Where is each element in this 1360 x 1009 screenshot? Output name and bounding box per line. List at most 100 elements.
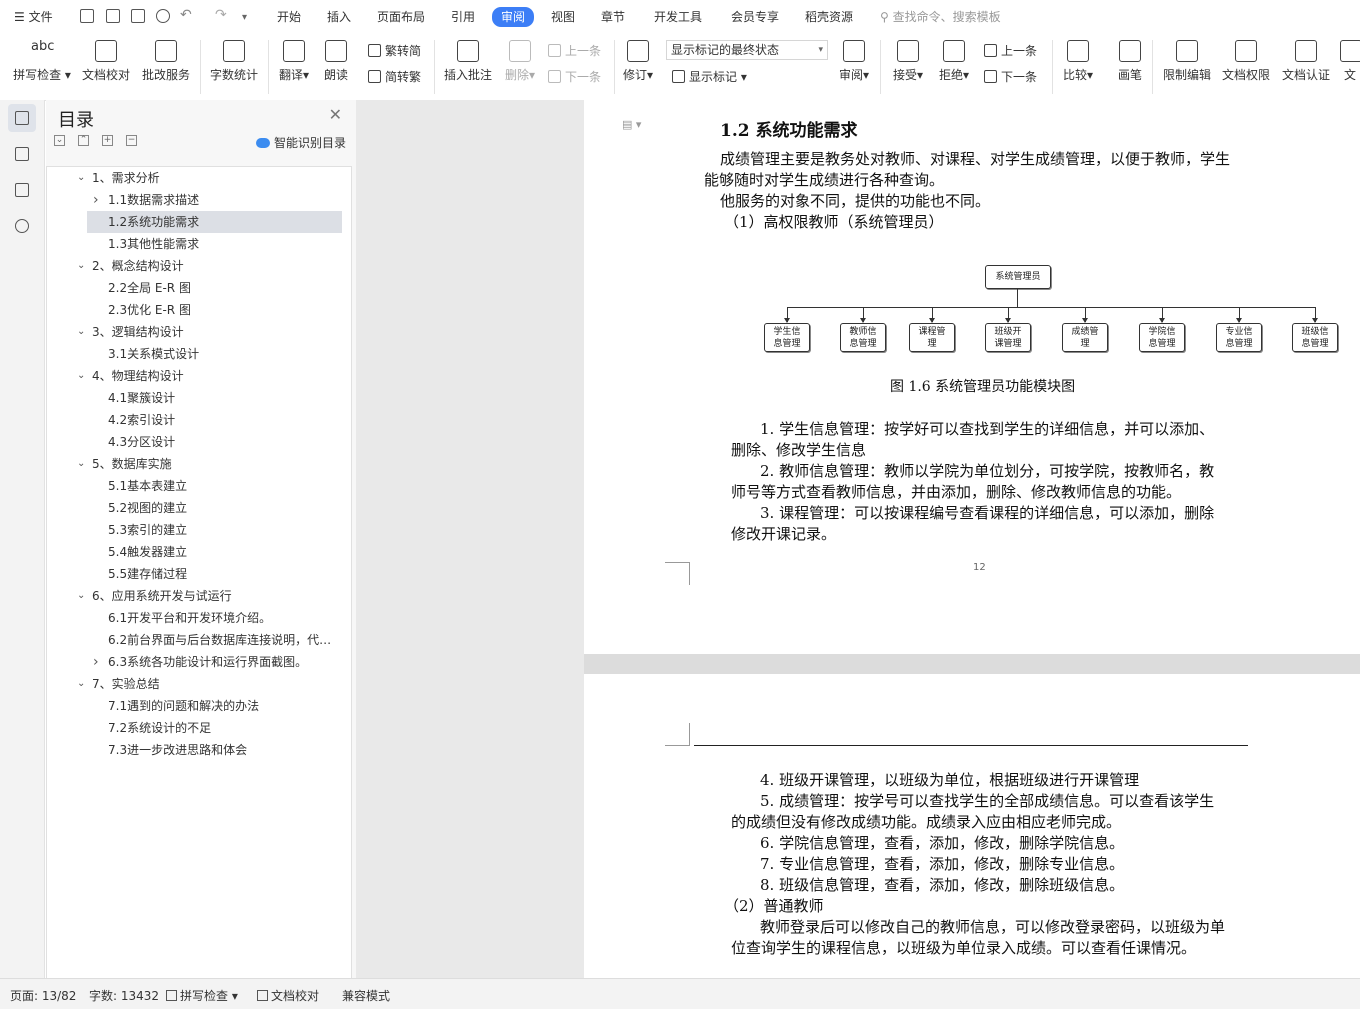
toc-item[interactable]: 5.4触发器建立 (47, 541, 347, 563)
smart-toc-button[interactable]: 智能识别目录 (255, 134, 346, 151)
toc-item[interactable]: 5.3索引的建立 (47, 519, 347, 541)
review-pane-button[interactable]: 审阅▾ (836, 38, 872, 83)
compare-button[interactable]: 比较▾ (1060, 38, 1096, 83)
trad-to-simp-button[interactable]: 繁转简 (368, 42, 421, 59)
track-changes-button[interactable]: 修订▾ (620, 38, 656, 83)
chevron-down-icon[interactable]: ⌄ (77, 255, 85, 277)
toc-item[interactable]: 5.5建存储过程 (47, 563, 347, 585)
spell-check-status[interactable]: 拼写检查 ▾ (166, 987, 238, 1004)
toc-item[interactable]: ⌄ 1、需求分析 (47, 167, 347, 189)
tab-view[interactable]: 视图 (551, 8, 575, 26)
toc-item[interactable]: › 6.3系统各功能设计和运行界面截图。 (47, 651, 347, 673)
chevron-down-icon[interactable]: ▾ (242, 9, 247, 27)
chevron-down-icon[interactable]: ⌄ (77, 453, 85, 475)
tab-references[interactable]: 引用 (451, 8, 475, 26)
toc-item[interactable]: ⌄ 2、概念结构设计 (47, 255, 347, 277)
next-comment-button[interactable]: 下一条 (548, 68, 601, 85)
doc-certify-button[interactable]: 文档认证 (1280, 38, 1332, 83)
paragraph: 位查询学生的课程信息，以班级为单位录入成绩。可以查看任课情况。 (731, 939, 1197, 957)
toc-item[interactable]: 1.2系统功能需求 (87, 211, 342, 233)
next-change-button[interactable]: 下一条 (984, 68, 1037, 85)
bookmark-button[interactable] (8, 176, 36, 204)
add-heading-icon[interactable]: + (102, 135, 113, 146)
print-icon[interactable] (131, 9, 145, 23)
reject-button[interactable]: 拒绝▾ (936, 38, 972, 83)
toc-item[interactable]: 5.1基本表建立 (47, 475, 347, 497)
toc-item[interactable]: › 1.1数据需求描述 (47, 189, 347, 211)
toc-item[interactable]: 5.2视图的建立 (47, 497, 347, 519)
tab-docer[interactable]: 稻壳资源 (805, 8, 853, 26)
diagram-child-node: 学生信 息管理 (764, 323, 810, 352)
tab-layout[interactable]: 页面布局 (377, 8, 425, 26)
chevron-right-icon[interactable]: › (93, 651, 99, 673)
doc-permission-button[interactable]: 文档权限 (1220, 38, 1272, 83)
toc-item[interactable]: 7.1遇到的问题和解决的办法 (47, 695, 347, 717)
chevron-right-icon[interactable]: › (93, 189, 99, 211)
toc-item[interactable]: ⌄ 4、物理结构设计 (47, 365, 347, 387)
tab-developer[interactable]: 开发工具 (654, 8, 702, 26)
expand-all-icon[interactable]: ⌃ (78, 135, 89, 146)
save-icon[interactable] (80, 9, 94, 23)
toc-item[interactable]: 3.1关系模式设计 (47, 343, 347, 365)
toc-item[interactable]: ⌄ 6、应用系统开发与试运行 (47, 585, 347, 607)
page-options-icon[interactable]: ▤ ▾ (622, 118, 641, 131)
tab-review[interactable]: 审阅 (492, 7, 535, 27)
collapse-all-icon[interactable]: ⌄ (54, 135, 65, 146)
word-count-button[interactable]: 字数统计 (208, 38, 260, 83)
toc-item[interactable]: 6.2前台界面与后台数据库连接说明，代码实现。 (47, 629, 347, 651)
toc-item[interactable]: 1.3其他性能需求 (47, 233, 347, 255)
tab-home[interactable]: 开始 (277, 8, 301, 26)
more-ribbon-button[interactable]: 文 (1340, 38, 1360, 83)
close-icon[interactable]: ✕ (329, 105, 342, 124)
word-count-status[interactable]: 字数: 13432 (89, 987, 159, 1004)
file-menu-button[interactable]: ☰ 文件 (14, 8, 53, 26)
find-button[interactable] (8, 212, 36, 240)
chevron-down-icon[interactable]: ⌄ (77, 365, 85, 387)
doc-proof-button[interactable]: 文档校对 (80, 38, 132, 83)
prev-change-button[interactable]: 上一条 (984, 42, 1037, 59)
chevron-down-icon[interactable]: ⌄ (77, 167, 85, 189)
toc-panel-button[interactable] (8, 104, 36, 132)
insert-comment-button[interactable]: 插入批注 (442, 38, 494, 83)
show-markup-button[interactable]: 显示标记 ▾ (672, 68, 747, 85)
chevron-down-icon[interactable]: ⌄ (77, 321, 85, 343)
pen-button[interactable]: 画笔 (1114, 38, 1146, 83)
doc-proof-status[interactable]: 文档校对 (257, 987, 319, 1004)
prev-comment-button[interactable]: 上一条 (548, 42, 601, 59)
translate-button[interactable]: 翻译▾ (276, 38, 312, 83)
redo-icon[interactable]: ↷ (215, 6, 227, 24)
read-aloud-button[interactable]: 朗读 (320, 38, 352, 83)
chevron-down-icon[interactable]: ⌄ (77, 585, 85, 607)
toc-item[interactable]: 4.1聚簇设计 (47, 387, 347, 409)
restrict-edit-button[interactable]: 限制编辑 (1160, 38, 1214, 83)
chapter-nav-button[interactable] (8, 140, 36, 168)
print-preview-icon[interactable] (156, 9, 170, 23)
command-search[interactable]: ⚲ 查找命令、搜索模板 (880, 8, 1001, 25)
toc-item[interactable]: 7.3进一步改进思路和体会 (47, 739, 347, 761)
toc-item[interactable]: ⌄ 5、数据库实施 (47, 453, 347, 475)
remove-heading-icon[interactable]: − (126, 135, 137, 146)
toc-item[interactable]: 7.2系统设计的不足 (47, 717, 347, 739)
chevron-down-icon[interactable]: ⌄ (77, 673, 85, 695)
spell-check-button[interactable]: abc 拼写检查 ▾ (12, 38, 72, 83)
correction-service-button[interactable]: 批改服务 (140, 38, 192, 83)
export-pdf-icon[interactable] (106, 9, 120, 23)
toc-item[interactable]: 6.1开发平台和开发环境介绍。 (47, 607, 347, 629)
markup-state-select[interactable]: 显示标记的最终状态 ▾ (666, 40, 828, 60)
accept-button[interactable]: 接受▾ (890, 38, 926, 83)
tab-insert[interactable]: 插入 (327, 8, 351, 26)
toc-item[interactable]: 4.3分区设计 (47, 431, 347, 453)
simp-to-trad-button[interactable]: 简转繁 (368, 68, 421, 85)
tab-chapter[interactable]: 章节 (601, 8, 625, 26)
toc-item[interactable]: 2.2全局 E-R 图 (47, 277, 347, 299)
toc-item[interactable]: 2.3优化 E-R 图 (47, 299, 347, 321)
page-indicator[interactable]: 页面: 13/82 (10, 987, 76, 1004)
toc-item[interactable]: ⌄ 7、实验总结 (47, 673, 347, 695)
diagram-child-node: 班级开 课管理 (985, 323, 1031, 352)
toc-item[interactable]: 4.2索引设计 (47, 409, 347, 431)
toc-item[interactable]: ⌄ 3、逻辑结构设计 (47, 321, 347, 343)
tab-member[interactable]: 会员专享 (731, 8, 779, 26)
delete-comment-button[interactable]: 删除▾ (502, 38, 538, 83)
section-heading: 1.2 系统功能需求 (720, 121, 858, 141)
undo-icon[interactable]: ↶ (180, 6, 192, 24)
